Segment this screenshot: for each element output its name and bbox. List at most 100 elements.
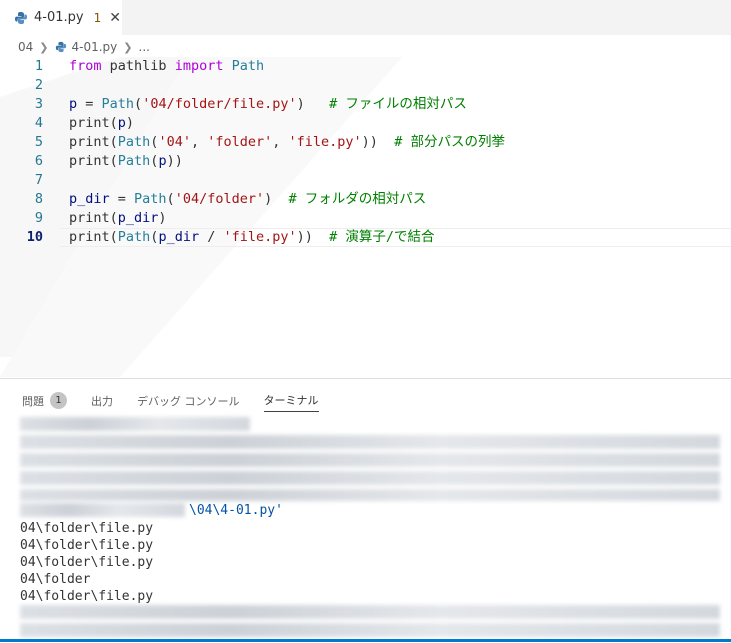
terminal-command-path: \04\4-01.py' (189, 503, 283, 518)
line-number: 5 (34, 134, 43, 150)
code-token: print( (69, 115, 118, 131)
code-token: p (117, 115, 126, 131)
tab-debug-console[interactable]: デバッグ コンソール (137, 390, 240, 412)
code-token: Path (101, 96, 135, 112)
tab-output[interactable]: 出力 (91, 390, 113, 412)
code-token: = (77, 96, 102, 112)
code-text: p_dir = Path('04/folder') # フォルダの相対パス (69, 190, 426, 209)
code-token: # 演算子/で結合 (329, 229, 435, 245)
terminal-output-line: 04\folder\file.py (20, 538, 154, 553)
redacted-terminal-text (20, 471, 720, 485)
code-token: p_dir (158, 229, 200, 245)
terminal-output-line: 04\folder\file.py (20, 521, 154, 536)
line-number: 8 (34, 191, 43, 207)
code-token: Path (231, 58, 265, 74)
code-token: print( (69, 134, 118, 150)
tab-debug-console-label: デバッグ コンソール (137, 394, 240, 408)
python-file-icon (55, 41, 66, 53)
code-text: print(p) (69, 114, 134, 133)
code-token: pathlib (109, 58, 167, 74)
tab-problems-label: 問題 (22, 394, 44, 408)
python-file-icon (15, 11, 27, 24)
tab-filename: 4-01.py (34, 10, 84, 25)
code-line[interactable]: 3 p = Path('04/folder/file.py') # ファイルの相対… (0, 95, 731, 114)
tab-problem-count: 1 (93, 10, 102, 25)
code-token: print( (69, 210, 118, 226)
line-number: 2 (34, 77, 43, 93)
code-token: = (109, 191, 135, 207)
line-number: 7 (34, 172, 43, 188)
code-text: print(Path(p)) (69, 152, 183, 171)
code-token: )) (296, 229, 330, 245)
code-line[interactable]: 4 print(p) (0, 114, 731, 133)
terminal-output-line: 04\folder (20, 572, 91, 587)
terminal-output-line: 04\folder\file.py (20, 589, 154, 604)
close-icon[interactable]: ✕ (109, 10, 121, 26)
code-token: Path (117, 134, 151, 150)
line-number: 4 (34, 115, 43, 131)
code-text: from pathlib import Path (69, 57, 264, 76)
bottom-panel: 問題 1 出力 デバッグ コンソール ターミナル \04\4-01.py' 04… (0, 378, 731, 643)
code-line[interactable]: 8 p_dir = Path('04/folder') # フォルダの相対パス (0, 190, 731, 209)
code-token: p_dir (117, 210, 159, 226)
code-token: from (69, 58, 102, 74)
tab-terminal[interactable]: ターミナル (263, 389, 319, 412)
code-token: p (158, 153, 167, 169)
breadcrumb-file[interactable]: 4-01.py (72, 40, 118, 54)
code-line[interactable]: 10 print(Path(p_dir / 'file.py')) # 演算子/で… (0, 228, 731, 247)
breadcrumb: 04 ❯ 4-01.py ❯ ... (18, 38, 150, 56)
code-token: '04' (158, 134, 191, 150)
code-token: ( (134, 96, 143, 112)
code-token: Path (117, 153, 151, 169)
code-token: 'file.py' (288, 134, 362, 150)
code-token: ) (125, 115, 135, 131)
code-token: )) (361, 134, 395, 150)
line-number: 9 (34, 210, 43, 226)
code-line[interactable]: 5 print(Path('04', 'folder', 'file.py')) … (0, 133, 731, 152)
code-token: )) (166, 153, 183, 169)
code-text: p = Path('04/folder/file.py') # ファイルの相対パ… (69, 95, 467, 114)
tab-terminal-label: ターミナル (263, 394, 319, 407)
chevron-right-icon: ❯ (123, 40, 133, 54)
code-token: ) (158, 210, 167, 226)
redacted-terminal-text (20, 435, 720, 449)
code-token: # フォルダの相対パス (288, 191, 427, 207)
code-token: # ファイルの相対パス (329, 96, 467, 112)
terminal-output-line: 04\folder\file.py (20, 555, 154, 570)
code-token: 'folder' (207, 134, 273, 150)
code-token: , (190, 134, 208, 150)
line-number: 6 (34, 153, 43, 169)
code-token: print( (69, 229, 118, 245)
code-token: '04/folder/file.py' (142, 96, 297, 112)
code-token: Path (117, 229, 151, 245)
code-line[interactable]: 1 from pathlib import Path (0, 57, 731, 76)
code-text: print(p_dir) (69, 209, 167, 228)
redacted-terminal-text (20, 605, 720, 619)
tab-4-01-py[interactable]: 4-01.py 1 ✕ (0, 0, 122, 35)
code-line[interactable]: 6 print(Path(p)) (0, 152, 731, 171)
code-token: ) (296, 96, 330, 112)
editor-tab-bar: 4-01.py 1 ✕ (0, 0, 731, 35)
tab-output-label: 出力 (91, 394, 113, 408)
code-token: 'file.py' (223, 229, 297, 245)
code-line[interactable]: 2 (0, 76, 731, 95)
code-editor[interactable]: 1 from pathlib import Path 2 3 p = Path('04/… (0, 57, 731, 377)
redacted-terminal-text (20, 623, 720, 637)
breadcrumb-more[interactable]: ... (139, 40, 150, 54)
code-text: print(Path(p_dir / 'file.py')) # 演算子/で結合 (69, 228, 435, 247)
breadcrumb-folder[interactable]: 04 (18, 40, 33, 54)
tab-problems[interactable]: 問題 1 (22, 390, 67, 412)
code-token: , (272, 134, 289, 150)
code-token: / (199, 229, 224, 245)
code-line[interactable]: 7 (0, 171, 731, 190)
code-line[interactable]: 9 print(p_dir) (0, 209, 731, 228)
line-number: 3 (34, 96, 43, 112)
code-token: import (174, 58, 224, 74)
chevron-right-icon: ❯ (39, 40, 49, 54)
code-token: '04/folder' (174, 191, 265, 207)
panel-tabs: 問題 1 出力 デバッグ コンソール ターミナル (22, 389, 343, 412)
code-token: ) (264, 191, 289, 207)
code-token: print( (69, 153, 118, 169)
